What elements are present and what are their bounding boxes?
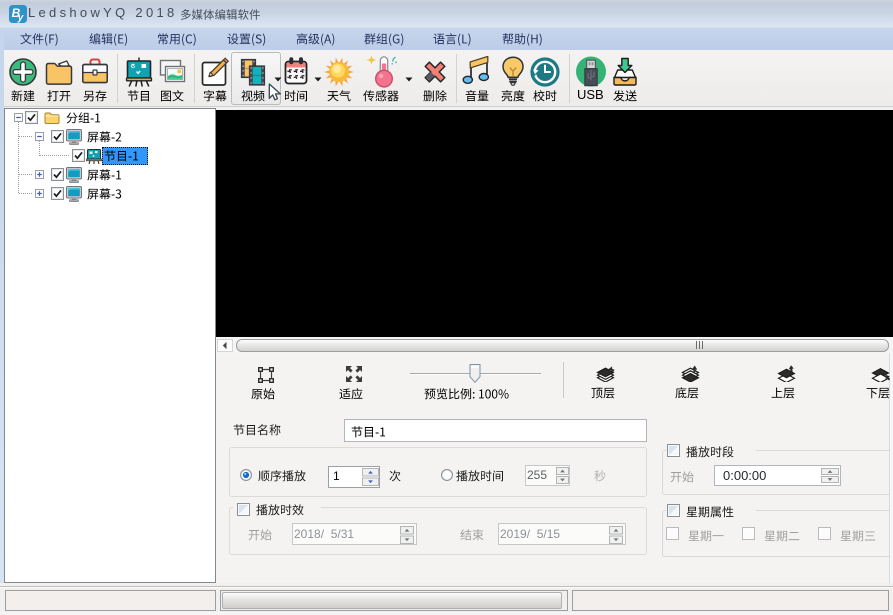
svg-text:y: y xyxy=(17,13,24,24)
